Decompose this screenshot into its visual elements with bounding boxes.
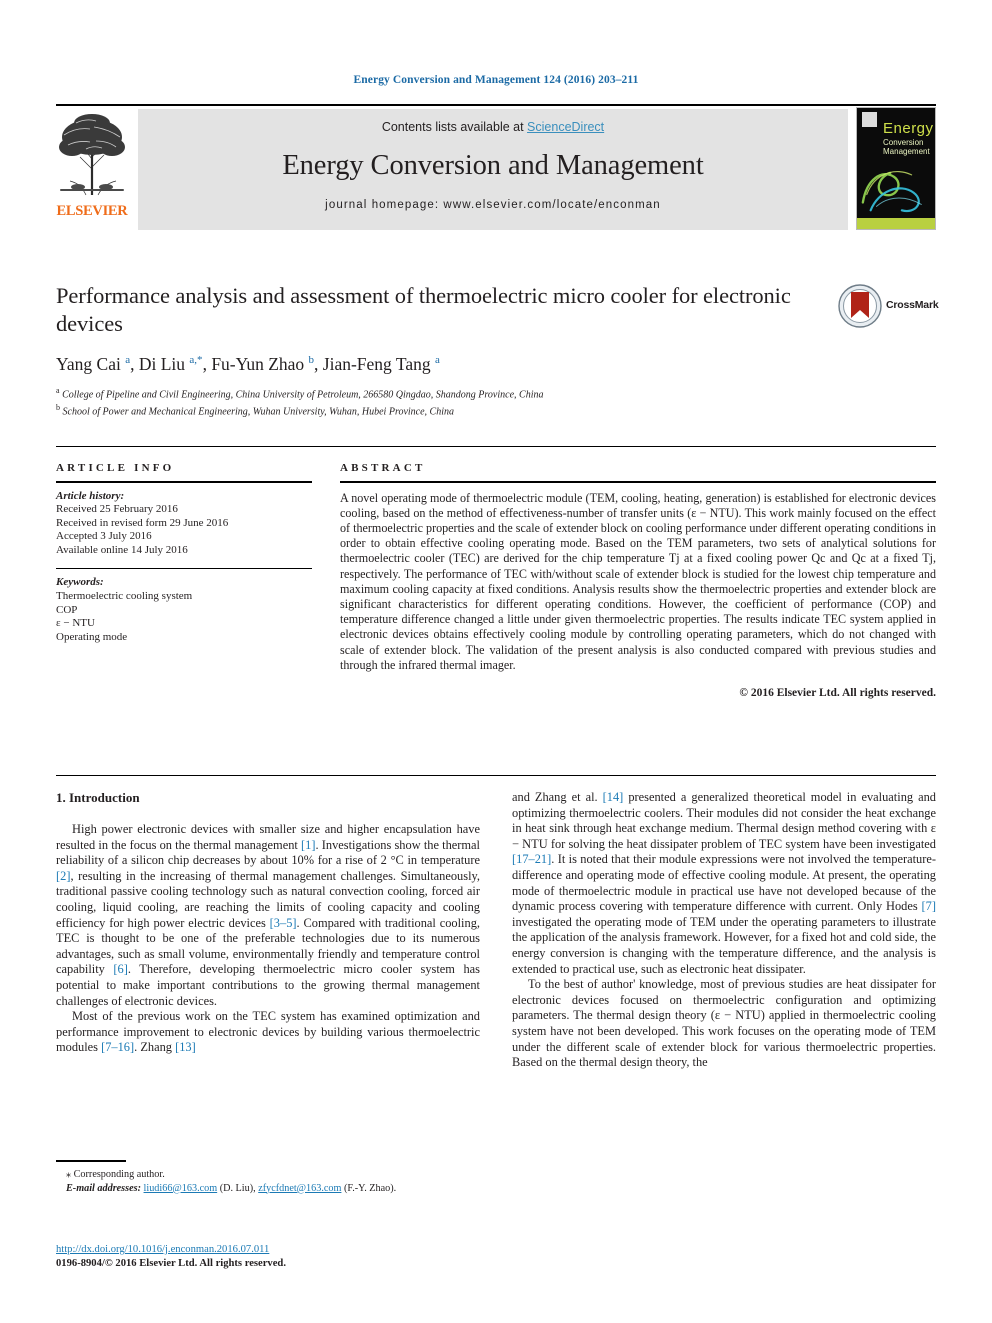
keywords-divider xyxy=(56,568,312,570)
abstract-label: ABSTRACT xyxy=(340,462,426,474)
affiliation-a: a College of Pipeline and Civil Engineer… xyxy=(56,386,544,401)
title-block: Performance analysis and assessment of t… xyxy=(56,282,939,419)
section-heading-introduction: 1. Introduction xyxy=(56,790,140,805)
cover-elsevier-mark xyxy=(862,112,877,127)
corresponding-author-note: ⁎ Corresponding author. xyxy=(56,1168,480,1182)
abstract-rule xyxy=(340,481,936,483)
elsevier-wordmark: ELSEVIER xyxy=(56,203,128,219)
contents-list-line: Contents lists available at ScienceDirec… xyxy=(138,120,848,134)
article-info-label: ARTICLE INFO xyxy=(56,462,175,474)
affiliation-b: b School of Power and Mechanical Enginee… xyxy=(56,403,455,418)
email-link-2[interactable]: zfycfdnet@163.com xyxy=(258,1183,341,1194)
email-owner-1: (D. Liu), xyxy=(219,1182,256,1194)
abstract-bottom-rule xyxy=(56,775,936,776)
paragraph: and Zhang et al. [14] presented a genera… xyxy=(512,790,937,976)
corresponding-author-text: Corresponding author. xyxy=(73,1169,165,1180)
keyword-item: ε − NTU xyxy=(56,617,95,630)
affiliation-b-text: School of Power and Mechanical Engineeri… xyxy=(62,406,455,418)
cover-footer-band xyxy=(857,218,935,229)
crossmark-icon xyxy=(838,284,882,328)
journal-article-page: Energy Conversion and Management 124 (20… xyxy=(0,0,992,1323)
body-column-right: and Zhang et al. [14] presented a genera… xyxy=(512,790,936,1071)
keyword-item: Operating mode xyxy=(56,630,128,643)
author-list: Yang Cai a, Di Liu a,*, Fu-Yun Zhao b, J… xyxy=(56,354,440,374)
journal-homepage-link[interactable]: journal homepage: www.elsevier.com/locat… xyxy=(138,199,848,211)
sciencedirect-link[interactable]: ScienceDirect xyxy=(527,120,604,134)
header-rule xyxy=(56,104,936,106)
body-column-left: 1. Introduction High power electronic de… xyxy=(56,790,480,1056)
abstract-column: ABSTRACT A novel operating mode of therm… xyxy=(340,462,936,699)
paragraph: High power electronic devices with small… xyxy=(56,822,480,1008)
email-owner-2: (F.-Y. Zhao). xyxy=(343,1182,397,1194)
cover-subtitle: Conversion Management xyxy=(883,138,930,156)
elsevier-logo: ELSEVIER xyxy=(56,109,128,229)
asterisk-icon: ⁎ xyxy=(66,1169,72,1180)
history-item: Accepted 3 July 2016 xyxy=(56,530,152,543)
copyright-notice: © 2016 Elsevier Ltd. All rights reserved… xyxy=(739,686,936,699)
paragraph: To the best of author' knowledge, most o… xyxy=(512,977,936,1070)
email-label: E-mail addresses: xyxy=(66,1182,141,1194)
keywords-heading: Keywords: xyxy=(56,576,104,589)
keyword-item: COP xyxy=(56,603,78,616)
keyword-item: Thermoelectric cooling system xyxy=(56,590,193,603)
doi-link[interactable]: http://dx.doi.org/10.1016/j.enconman.201… xyxy=(56,1244,269,1255)
article-info-column: ARTICLE INFO Article history: Received 2… xyxy=(56,462,312,644)
footnote-rule xyxy=(56,1160,126,1162)
history-item: Received 25 February 2016 xyxy=(56,503,178,516)
article-history: Article history: Received 25 February 20… xyxy=(56,490,312,558)
title-rule xyxy=(56,446,936,447)
cover-subtitle-line2: Management xyxy=(883,147,930,156)
journal-title: Energy Conversion and Management xyxy=(282,150,704,181)
footnote-block: ⁎ Corresponding author. E-mail addresses… xyxy=(56,1168,480,1195)
crossmark-badge[interactable]: CrossMark xyxy=(838,284,939,328)
elsevier-tree-icon xyxy=(59,114,125,196)
affiliation-list: a College of Pipeline and Civil Engineer… xyxy=(56,384,936,419)
journal-cover-thumbnail: Energy Conversion Management xyxy=(856,107,936,230)
journal-masthead: ELSEVIER Contents lists available at Sci… xyxy=(56,107,936,232)
email-link-1[interactable]: liudi66@163.com xyxy=(144,1183,218,1194)
affiliation-a-text: College of Pipeline and Civil Engineerin… xyxy=(62,389,544,401)
running-head: Energy Conversion and Management 124 (20… xyxy=(353,74,639,86)
history-item: Available online 14 July 2016 xyxy=(56,543,188,556)
abstract-text: A novel operating mode of thermoelectric… xyxy=(340,490,936,672)
paragraph: Most of the previous work on the TEC sys… xyxy=(56,1009,480,1055)
cover-subtitle-line1: Conversion xyxy=(883,138,924,147)
page-title: Performance analysis and assessment of t… xyxy=(56,283,791,336)
history-item: Received in revised form 29 June 2016 xyxy=(56,516,229,529)
contents-prefix: Contents lists available at xyxy=(381,120,528,134)
email-addresses-note: E-mail addresses: liudi66@163.com (D. Li… xyxy=(56,1182,480,1196)
doi-block: http://dx.doi.org/10.1016/j.enconman.201… xyxy=(56,1243,480,1270)
cover-title: Energy xyxy=(883,120,934,137)
crossmark-label: CrossMark xyxy=(886,299,939,311)
article-history-heading: Article history: xyxy=(56,489,125,502)
issn-copyright-line: 0196-8904/© 2016 Elsevier Ltd. All right… xyxy=(56,1257,286,1269)
keywords-block: Keywords: Thermoelectric cooling system … xyxy=(56,576,312,644)
masthead-center-panel: Contents lists available at ScienceDirec… xyxy=(138,109,848,230)
article-info-rule xyxy=(56,481,312,483)
